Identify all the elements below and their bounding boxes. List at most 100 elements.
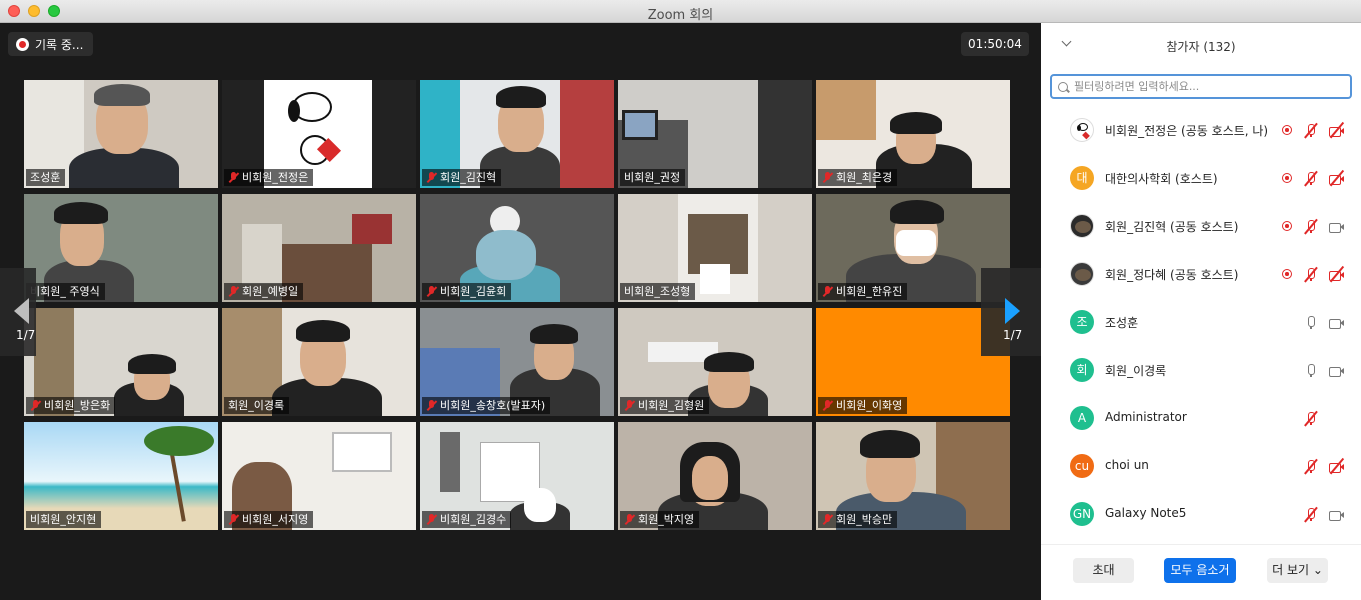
participant-name-tag: 비회원_송창호(발표자) <box>422 397 551 414</box>
participant-list-name: 회원_정다혜 (공동 호스트) <box>1105 268 1239 282</box>
participant-list: 비회원_전정은 (공동 호스트, 나) 대 대한의사학회 (호스트) 회원_김진혁 (… <box>1041 107 1361 539</box>
avatar: GN <box>1070 502 1094 526</box>
participants-title: 참가자 (132) <box>1166 40 1236 54</box>
participant-list-name: 회원_김진혁 (공동 호스트) <box>1105 220 1239 234</box>
video-tile[interactable]: 비회원_방은화 <box>24 308 218 416</box>
participant-row[interactable]: 조 조성훈 <box>1041 299 1361 347</box>
next-page-button[interactable]: 1/7 <box>981 268 1041 356</box>
video-tile[interactable]: 비회원_권정 <box>618 80 812 188</box>
participant-list-name: 비회원_전정은 (공동 호스트, 나) <box>1105 124 1269 138</box>
participant-name: 비회원_김윤회 <box>440 285 507 298</box>
participant-row[interactable]: 비회원_전정은 (공동 호스트, 나) <box>1041 107 1361 155</box>
more-button[interactable]: 더 보기 ⌄ <box>1267 558 1328 583</box>
video-camera-icon[interactable] <box>1328 219 1344 235</box>
mic-slash-icon <box>1303 457 1319 473</box>
participant-name-tag: 조성훈 <box>26 169 66 186</box>
video-tile[interactable]: 비회원_ 주영식 <box>24 194 218 302</box>
record-icon <box>16 37 29 51</box>
video-camera-icon[interactable] <box>1328 507 1344 523</box>
participant-row[interactable]: 회 회원_이경록 <box>1041 347 1361 395</box>
avatar: 대 <box>1070 166 1094 190</box>
participant-name: 조성훈 <box>30 171 61 184</box>
recording-icon <box>1280 219 1296 235</box>
microphone-icon[interactable] <box>1303 315 1319 331</box>
participant-list-name: 조성훈 <box>1105 316 1139 330</box>
participant-row[interactable]: 회원_김진혁 (공동 호스트) <box>1041 203 1361 251</box>
participant-name: 비회원_송창호(발표자) <box>440 399 546 412</box>
participant-name-tag: 회원_박지영 <box>620 511 700 528</box>
video-grid: 조성훈 비회원_전정은 회원_김진혁 비회원_권정 회원_최은경비회원_ 주영식 회원_예… <box>24 80 1012 532</box>
video-tile[interactable]: 비회원_김윤회 <box>420 194 614 302</box>
participant-name-tag: 비회원_방은화 <box>26 397 116 414</box>
participant-name: 비회원_김형원 <box>638 399 705 412</box>
arrow-right-icon <box>1005 298 1020 324</box>
participant-name-tag: 비회원_안지현 <box>26 511 102 528</box>
participant-row[interactable]: A Administrator <box>1041 395 1361 443</box>
participant-name: 회원_이경록 <box>228 399 285 412</box>
video-tile[interactable]: 비회원_전정은 <box>222 80 416 188</box>
search-icon <box>1058 81 1068 92</box>
chevron-down-icon: ⌄ <box>1309 563 1323 577</box>
recording-icon <box>1280 123 1296 139</box>
mic-muted-icon <box>624 400 635 411</box>
mic-slash-icon <box>1303 265 1319 281</box>
participant-name-tag: 비회원_김경수 <box>422 511 512 528</box>
recording-indicator[interactable]: 기록 중... <box>8 32 94 56</box>
video-tile[interactable]: 비회원_송창호(발표자) <box>420 308 614 416</box>
participant-row[interactable]: 회원_정다혜 (공동 호스트) <box>1041 251 1361 299</box>
participant-list-name: Administrator <box>1105 410 1187 424</box>
avatar <box>1070 262 1094 286</box>
participant-name-tag: 회원_박승만 <box>818 511 898 528</box>
participant-row[interactable]: 대 대한의사학회 (호스트) <box>1041 155 1361 203</box>
page-indicator: 1/7 <box>1003 328 1023 342</box>
video-tile[interactable]: 회원_예병일 <box>222 194 416 302</box>
video-tile[interactable]: 회원_김진혁 <box>420 80 614 188</box>
recording-icon <box>1280 171 1296 187</box>
mic-muted-icon <box>822 172 833 183</box>
participant-row[interactable]: GN Galaxy Note5 <box>1041 491 1361 539</box>
video-tile[interactable]: 회원_박지영 <box>618 422 812 530</box>
video-tile[interactable]: 조성훈 <box>24 80 218 188</box>
previous-page-button[interactable]: 1/7 <box>0 268 36 356</box>
participant-name: 비회원_방은화 <box>44 399 111 412</box>
avatar: 회 <box>1070 358 1094 382</box>
search-input[interactable] <box>1074 80 1334 93</box>
participant-name: 회원_김진혁 <box>440 171 497 184</box>
recording-label: 기록 중... <box>35 37 84 52</box>
participant-name-tag: 회원_김진혁 <box>422 169 502 186</box>
avatar: cu <box>1070 454 1094 478</box>
video-camera-icon[interactable] <box>1328 363 1344 379</box>
participant-name: 회원_최은경 <box>836 171 893 184</box>
video-tile[interactable]: 비회원_김경수 <box>420 422 614 530</box>
participant-name: 비회원_이화영 <box>836 399 903 412</box>
mic-muted-icon <box>624 514 635 525</box>
invite-button[interactable]: 초대 <box>1073 558 1134 583</box>
more-label: 더 보기 <box>1272 563 1310 577</box>
participant-name: 회원_박승만 <box>836 513 893 526</box>
window-title: Zoom 회의 <box>647 8 714 23</box>
participant-search[interactable] <box>1050 74 1352 99</box>
video-tile[interactable]: 회원_박승만 <box>816 422 1010 530</box>
participant-name: 비회원_전정은 <box>242 171 309 184</box>
microphone-icon[interactable] <box>1303 363 1319 379</box>
participant-name-tag: 비회원_이화영 <box>818 397 908 414</box>
mic-muted-icon <box>822 400 833 411</box>
video-tile[interactable]: 회원_최은경 <box>816 80 1010 188</box>
video-tile[interactable]: 비회원_안지현 <box>24 422 218 530</box>
camera-slash-icon <box>1328 265 1344 281</box>
participant-list-name: Galaxy Note5 <box>1105 506 1187 520</box>
participant-name-tag: 비회원_ 주영식 <box>26 283 105 300</box>
participant-row[interactable]: cu choi un <box>1041 443 1361 491</box>
recording-icon <box>1280 267 1296 283</box>
mute-all-button[interactable]: 모두 음소거 <box>1164 558 1236 583</box>
video-tile[interactable]: 비회원_김형원 <box>618 308 812 416</box>
video-tile[interactable]: 회원_이경록 <box>222 308 416 416</box>
participant-name-tag: 비회원_전정은 <box>224 169 314 186</box>
video-tile[interactable]: 비회원_서지영 <box>222 422 416 530</box>
video-tile[interactable]: 비회원_조성형 <box>618 194 812 302</box>
participant-name-tag: 비회원_김형원 <box>620 397 710 414</box>
mic-muted-icon <box>30 400 41 411</box>
mic-slash-icon <box>1303 505 1319 521</box>
participant-name-tag: 비회원_조성형 <box>620 283 696 300</box>
video-camera-icon[interactable] <box>1328 315 1344 331</box>
